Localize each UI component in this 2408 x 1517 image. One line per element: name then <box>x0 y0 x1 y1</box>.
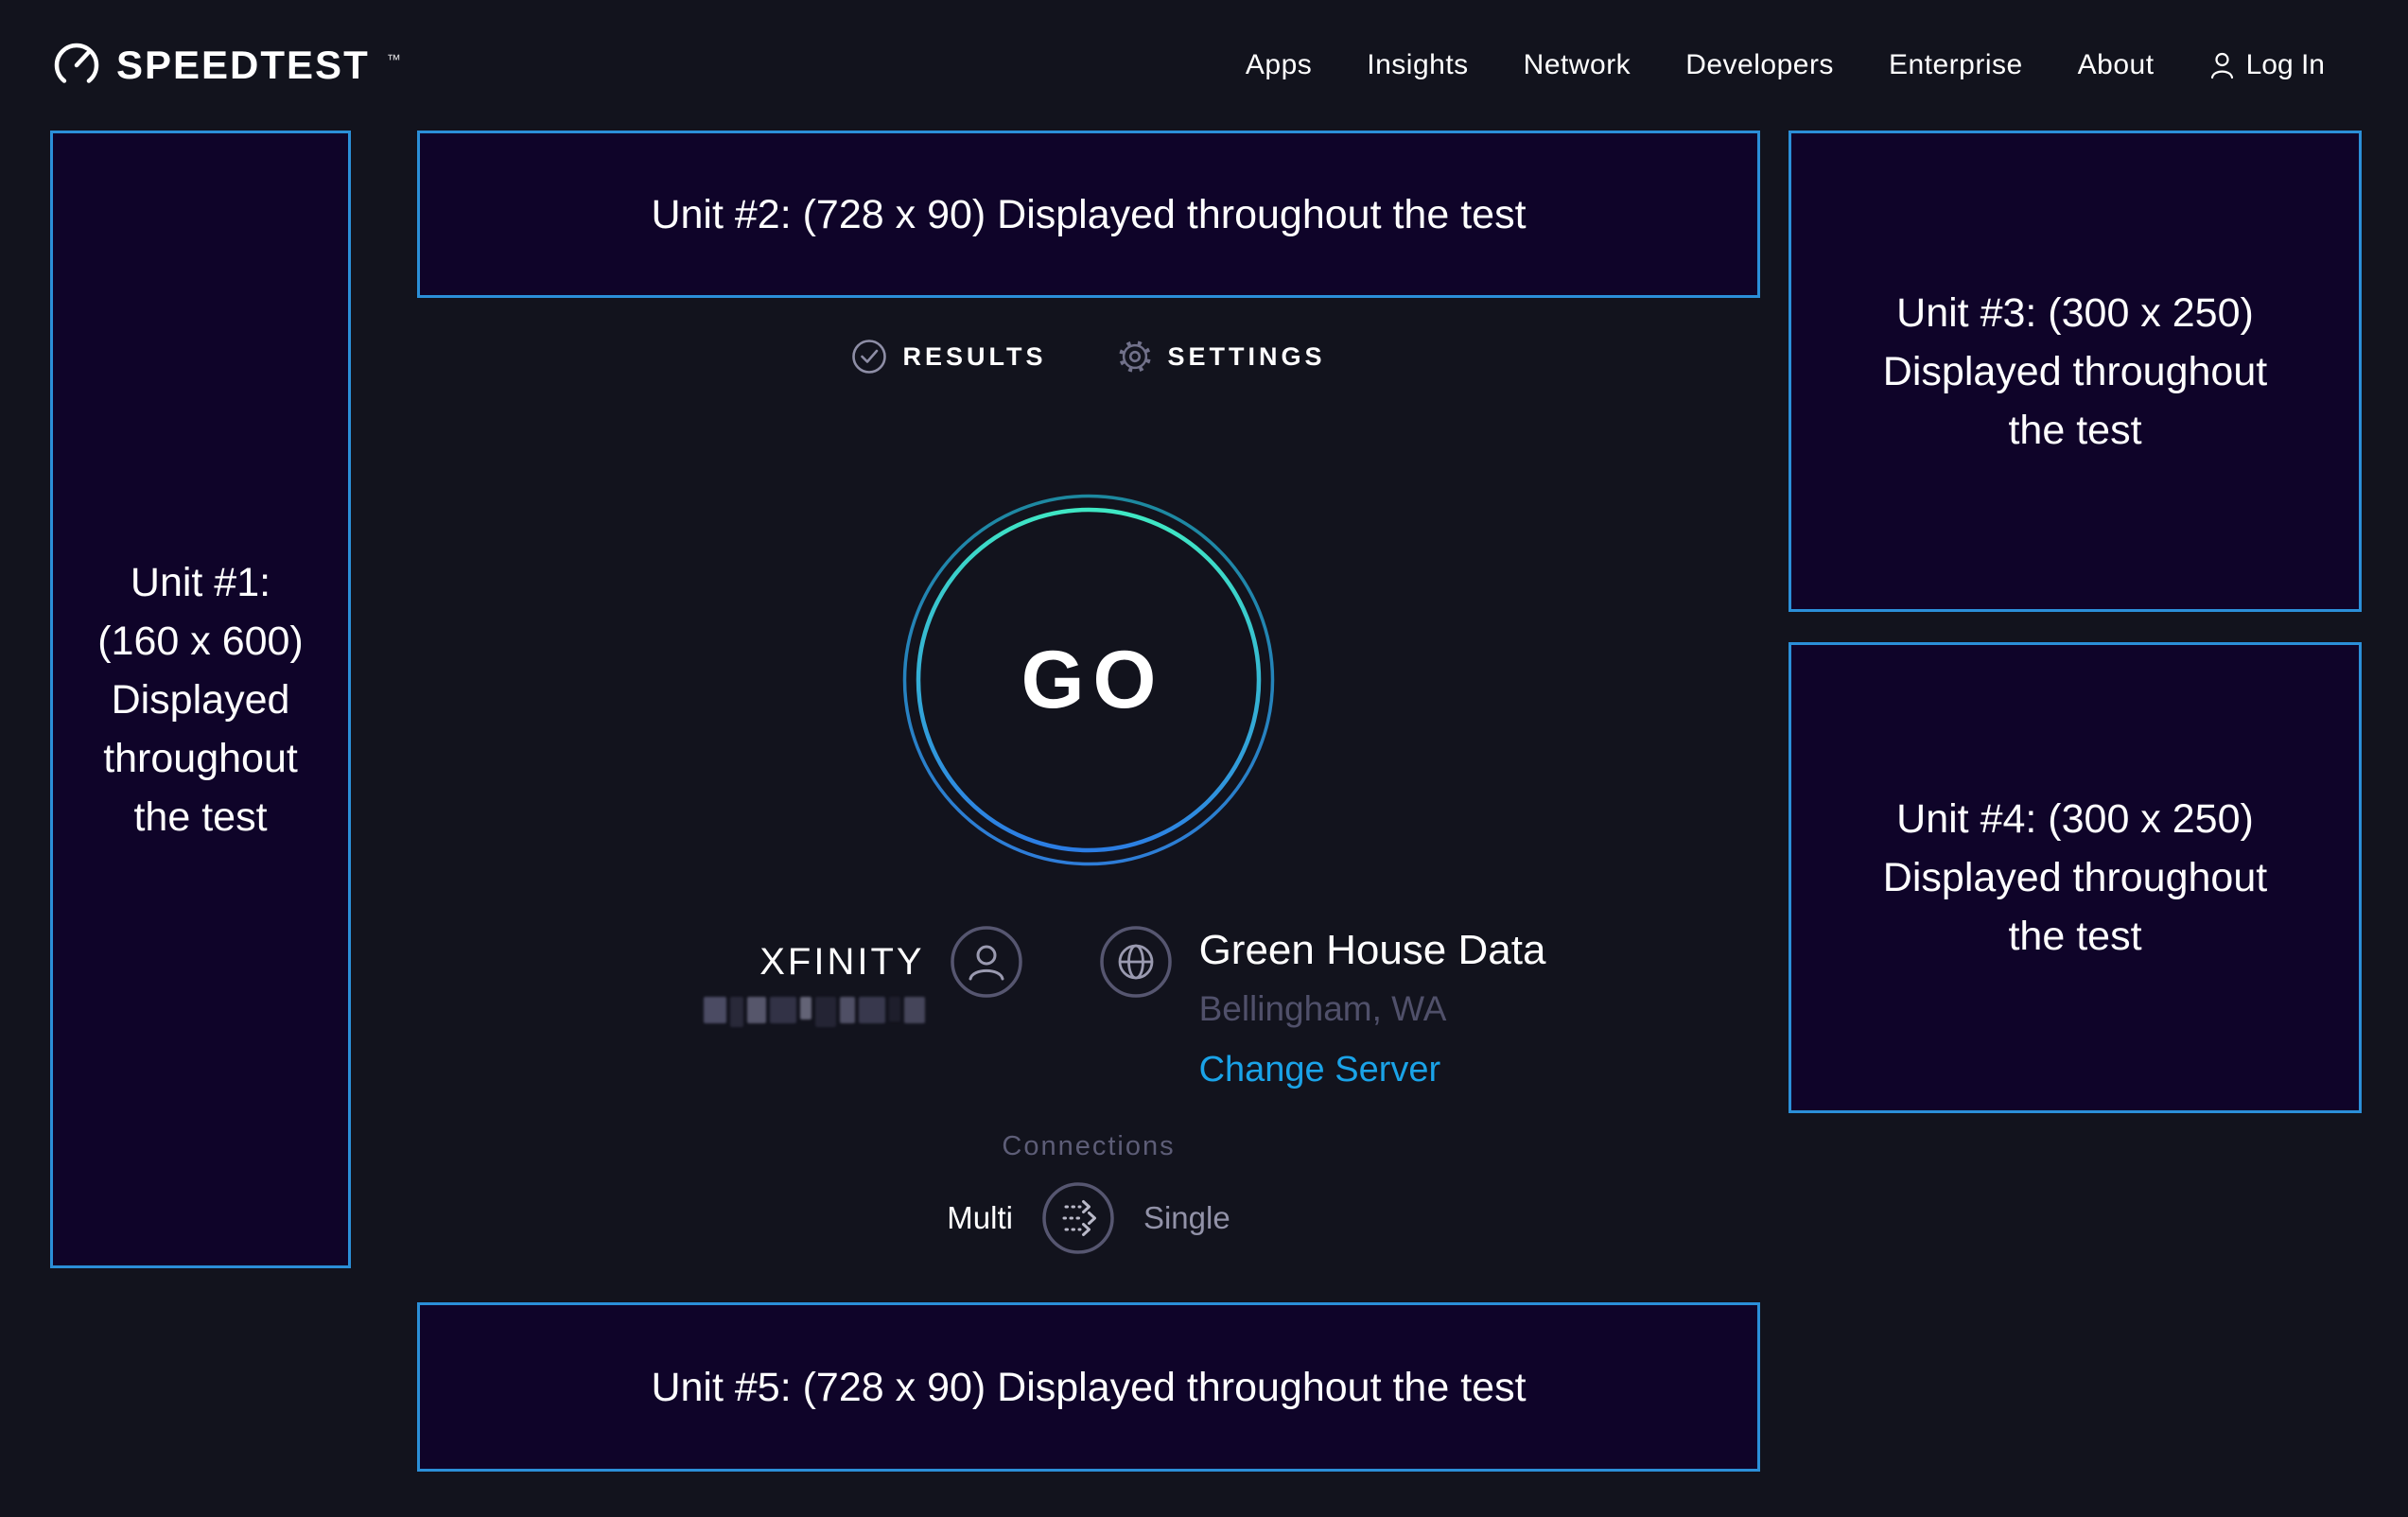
ad-text-line: Unit #5: (728 x 90) Displayed throughout… <box>651 1358 1526 1417</box>
ad-unit-3[interactable]: Unit #3: (300 x 250) Displayed throughou… <box>1789 131 2362 612</box>
ad-text-line: the test <box>2008 907 2141 966</box>
tab-results-label: RESULTS <box>902 342 1046 372</box>
go-button[interactable]: GO <box>902 494 1275 866</box>
connections-section: Connections Multi Single <box>417 1131 1760 1255</box>
ad-text-line: the test <box>2008 401 2141 460</box>
ad-text-line: Displayed throughout <box>1883 848 2267 907</box>
globe-circle-icon <box>1099 925 1173 999</box>
gear-icon <box>1117 339 1153 375</box>
nav-item-insights[interactable]: Insights <box>1367 49 1468 81</box>
ad-text-line: Unit #1: <box>131 553 270 612</box>
login-label: Log In <box>2246 49 2325 81</box>
user-circle-icon <box>950 925 1023 999</box>
ad-unit-1[interactable]: Unit #1: (160 x 600) Displayed throughou… <box>50 131 351 1268</box>
nav-item-developers[interactable]: Developers <box>1685 49 1834 81</box>
ad-text-line: Unit #3: (300 x 250) <box>1896 284 2254 342</box>
connections-multi-option[interactable]: Multi <box>947 1200 1013 1236</box>
connections-toggle-row: Multi Single <box>947 1181 1230 1255</box>
server-info: Green House Data Bellingham, WA Change S… <box>1099 925 1546 1090</box>
server-text: Green House Data Bellingham, WA Change S… <box>1199 925 1546 1090</box>
client-info: XFINITY <box>704 925 1023 1027</box>
login-button[interactable]: Log In <box>2209 49 2325 81</box>
ad-unit-5[interactable]: Unit #5: (728 x 90) Displayed throughout… <box>417 1302 1760 1472</box>
header: SPEEDTEST ™ Apps Insights Network Develo… <box>0 0 2408 131</box>
speedtest-page: SPEEDTEST ™ Apps Insights Network Develo… <box>0 0 2408 1517</box>
ad-text-line: Displayed <box>112 671 290 729</box>
ip-address-redacted <box>704 997 925 1027</box>
speedtest-logo[interactable]: SPEEDTEST ™ <box>52 41 401 90</box>
ad-text-line: the test <box>133 788 267 846</box>
go-label: GO <box>902 494 1275 866</box>
server-location: Bellingham, WA <box>1199 989 1447 1029</box>
connections-label: Connections <box>1002 1131 1175 1162</box>
ad-text-line: Unit #4: (300 x 250) <box>1896 790 2254 848</box>
view-tabs: RESULTS SETTINGS <box>417 339 1760 375</box>
client-isp-name: XFINITY <box>759 940 924 984</box>
tab-results[interactable]: RESULTS <box>851 339 1046 375</box>
trademark-mark: ™ <box>387 52 401 68</box>
ad-text-line: throughout <box>103 729 298 788</box>
user-icon <box>2209 51 2235 80</box>
tab-settings-label: SETTINGS <box>1168 342 1326 372</box>
multi-arrows-icon <box>1041 1181 1115 1255</box>
check-circle-icon <box>851 339 887 375</box>
nav-item-about[interactable]: About <box>2078 49 2155 81</box>
speedometer-gauge-icon <box>52 41 101 90</box>
change-server-link[interactable]: Change Server <box>1199 1050 1441 1090</box>
brand-name: SPEEDTEST <box>116 43 370 88</box>
ad-text-line: (160 x 600) <box>97 612 304 671</box>
connections-single-option[interactable]: Single <box>1143 1200 1230 1236</box>
nav-item-network[interactable]: Network <box>1524 49 1632 81</box>
server-name: Green House Data <box>1199 927 1546 974</box>
ad-unit-4[interactable]: Unit #4: (300 x 250) Displayed throughou… <box>1789 642 2362 1113</box>
client-text: XFINITY <box>704 925 925 1027</box>
connection-info: XFINITY Green House Data Bel <box>453 925 1796 1090</box>
ad-text-line: Unit #2: (728 x 90) Displayed throughout… <box>651 185 1526 244</box>
nav-item-apps[interactable]: Apps <box>1246 49 1312 81</box>
tab-settings[interactable]: SETTINGS <box>1117 339 1326 375</box>
main-nav: Apps Insights Network Developers Enterpr… <box>1246 49 2325 81</box>
ad-text-line: Displayed throughout <box>1883 342 2267 401</box>
ad-unit-2[interactable]: Unit #2: (728 x 90) Displayed throughout… <box>417 131 1760 298</box>
multi-connection-toggle[interactable] <box>1041 1181 1115 1255</box>
nav-item-enterprise[interactable]: Enterprise <box>1889 49 2023 81</box>
